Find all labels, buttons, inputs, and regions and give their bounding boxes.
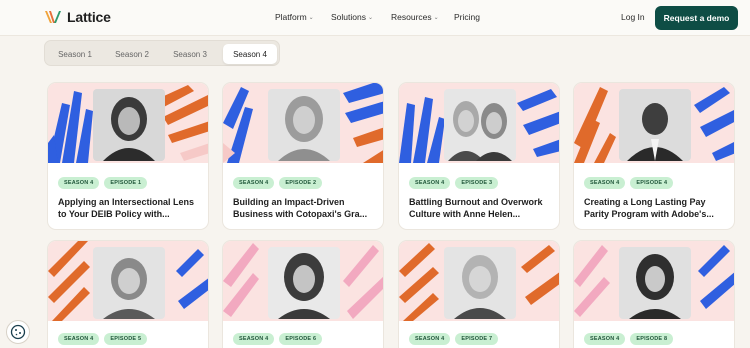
episode-title-line: Creating a Long Lasting Pay [584,197,706,207]
episode-card[interactable]: SEASON 4 EPISODE 6 [222,240,384,348]
portrait-image [619,89,691,161]
nav-platform-label: Platform [275,12,307,22]
episode-badges: SEASON 4 EPISODE 4 [584,177,674,189]
nav-solutions-label: Solutions [331,12,366,22]
request-demo-button[interactable]: Request a demo [655,6,738,30]
episode-title-line: Parity Program with Adobe's... [584,209,714,219]
guest-portrait [93,89,165,161]
episode-badge: EPISODE 5 [104,333,148,345]
guest-portrait [444,89,516,161]
episode-title-line: Battling Burnout and Overwork [409,197,543,207]
nav-solutions[interactable]: Solutions ⌄ [331,12,391,22]
portrait-image [444,89,516,161]
episode-badges: SEASON 4 EPISODE 2 [233,177,323,189]
lattice-logo[interactable]: Lattice [44,9,111,25]
episode-title-line: Business with Cotopaxi's Gra... [233,209,368,219]
episode-title: Building an Impact-Driven Business with … [233,196,379,220]
season-badge: SEASON 4 [409,177,451,189]
guest-portrait [444,247,516,319]
episode-badges: SEASON 4 EPISODE 5 [58,333,148,345]
season-tabs: Season 1 Season 2 Season 3 Season 4 [44,40,280,66]
episode-title: Applying an Intersectional Lens to Your … [58,196,204,220]
portrait-image [444,247,516,319]
episode-title-line: Building an Impact-Driven [233,197,345,207]
top-nav: Lattice Platform ⌄ Solutions ⌄ Resources… [0,0,750,36]
episode-card[interactable]: SEASON 4 EPISODE 2 Building an Impact-Dr… [222,82,384,230]
nav-resources[interactable]: Resources ⌄ [391,12,454,22]
episode-card[interactable]: SEASON 4 EPISODE 8 [573,240,735,348]
episode-title-line: Applying an Intersectional Lens [58,197,195,207]
chevron-down-icon: ⌄ [367,14,373,21]
season-badge: SEASON 4 [233,333,275,345]
nav-platform[interactable]: Platform ⌄ [275,12,331,22]
season-badge: SEASON 4 [584,177,626,189]
season-badge: SEASON 4 [409,333,451,345]
lattice-logo-icon [45,11,61,23]
episode-card[interactable]: SEASON 4 EPISODE 3 Battling Burnout and … [398,82,560,230]
guest-portrait [93,247,165,319]
episode-card[interactable]: SEASON 4 EPISODE 4 Creating a Long Lasti… [573,82,735,230]
portrait-image [268,89,340,161]
nav-links: Platform ⌄ Solutions ⌄ Resources ⌄ Prici… [275,12,480,22]
episode-badge: EPISODE 2 [279,177,323,189]
portrait-image [619,247,691,319]
tab-season-4[interactable]: Season 4 [223,44,277,64]
episode-title-line: to Your DEIB Policy with... [58,209,170,219]
login-link[interactable]: Log In [621,12,645,22]
guest-portrait [619,247,691,319]
guest-portrait [268,247,340,319]
episode-badge: EPISODE 6 [279,333,323,345]
portrait-image [93,247,165,319]
episode-title: Creating a Long Lasting Pay Parity Progr… [584,196,730,220]
episode-badge: EPISODE 1 [104,177,148,189]
episode-card[interactable]: SEASON 4 EPISODE 7 [398,240,560,348]
logo-text: Lattice [67,9,111,25]
tab-season-3[interactable]: Season 3 [163,44,217,64]
guest-portrait [619,89,691,161]
tab-season-2[interactable]: Season 2 [105,44,159,64]
episode-badge: EPISODE 7 [455,333,499,345]
cookie-settings-button[interactable] [6,320,30,344]
episode-badges: SEASON 4 EPISODE 6 [233,333,323,345]
episode-badges: SEASON 4 EPISODE 8 [584,333,674,345]
episode-badges: SEASON 4 EPISODE 1 [58,177,148,189]
episode-title-line: Culture with Anne Helen... [409,209,521,219]
chevron-down-icon: ⌄ [433,14,439,21]
season-badge: SEASON 4 [584,333,626,345]
episode-card[interactable]: SEASON 4 EPISODE 1 Applying an Intersect… [47,82,209,230]
nav-pricing[interactable]: Pricing [454,12,480,22]
episode-card[interactable]: SEASON 4 EPISODE 5 [47,240,209,348]
episode-badge: EPISODE 8 [630,333,674,345]
episode-badge: EPISODE 3 [455,177,499,189]
nav-pricing-label: Pricing [454,12,480,22]
season-badge: SEASON 4 [58,177,100,189]
episode-badges: SEASON 4 EPISODE 7 [409,333,499,345]
portrait-image [93,89,165,161]
chevron-down-icon: ⌄ [308,14,314,21]
episode-title: Battling Burnout and Overwork Culture wi… [409,196,555,220]
episode-badges: SEASON 4 EPISODE 3 [409,177,499,189]
episode-badge: EPISODE 4 [630,177,674,189]
season-badge: SEASON 4 [58,333,100,345]
nav-resources-label: Resources [391,12,432,22]
season-badge: SEASON 4 [233,177,275,189]
tab-season-1[interactable]: Season 1 [49,44,101,64]
portrait-image [268,247,340,319]
guest-portrait [268,89,340,161]
cookie-icon [10,324,26,340]
